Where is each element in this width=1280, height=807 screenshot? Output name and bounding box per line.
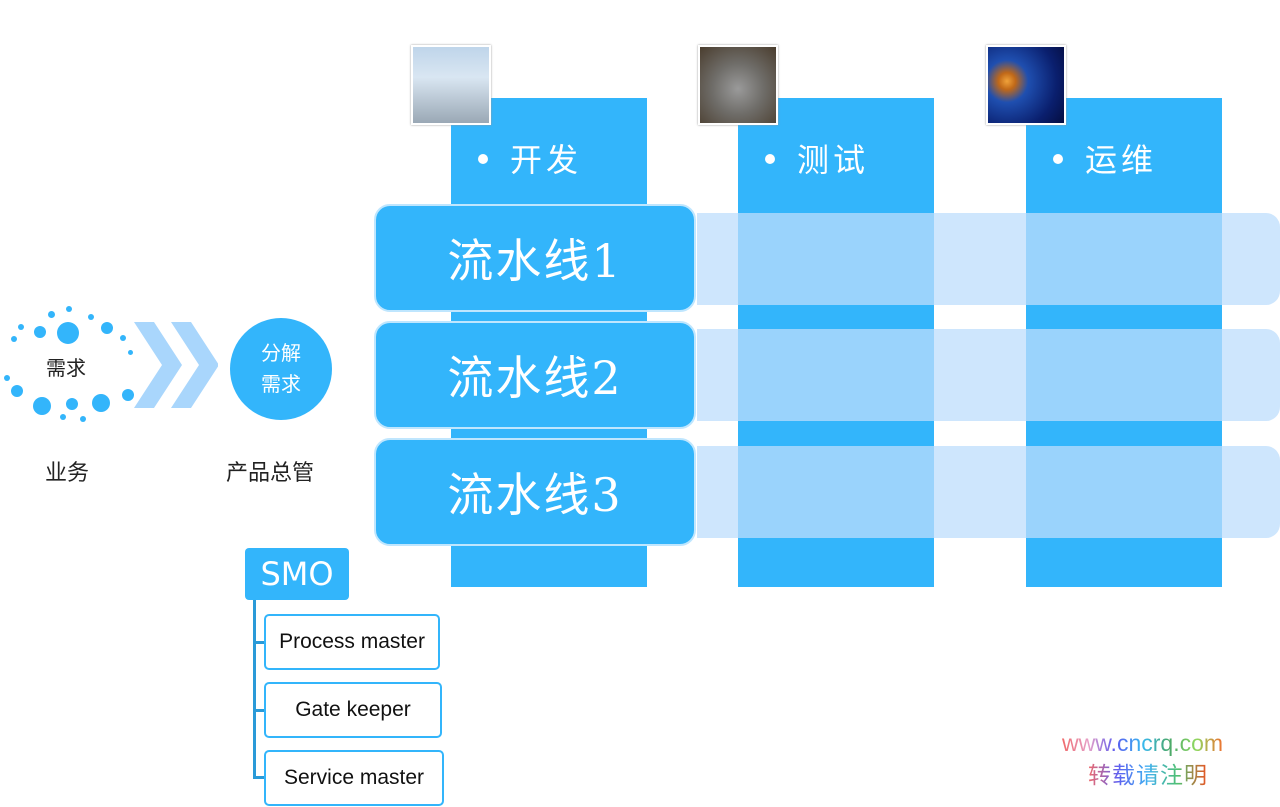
penguins-photo xyxy=(411,45,491,125)
separator xyxy=(452,315,646,318)
separator xyxy=(452,432,646,435)
pipeline-2: 流水线2 xyxy=(374,321,696,429)
stage-heading-ops: 运维 xyxy=(1053,135,1157,181)
pipeline-3: 流水线3 xyxy=(374,438,696,546)
stage-heading-test: 测试 xyxy=(765,135,869,181)
chevron-arrows-icon xyxy=(134,322,218,408)
tree-connector xyxy=(253,600,256,778)
stage-heading-dev: 开发 xyxy=(478,135,582,181)
product-owner-label: 产品总管 xyxy=(226,461,315,486)
decompose-demand-circle: 分解 需求 xyxy=(230,318,332,420)
business-label: 业务 xyxy=(45,461,90,486)
decompose-line2: 需求 xyxy=(261,372,301,396)
chevron-1 xyxy=(134,322,182,408)
role-gate-keeper: Gate keeper xyxy=(264,682,442,738)
decompose-line1: 分解 xyxy=(261,341,301,365)
pipeline-band-3 xyxy=(697,446,1280,538)
stage-label: 测试 xyxy=(797,141,870,179)
koala-photo xyxy=(698,45,778,125)
bullet-icon xyxy=(765,153,775,164)
role-process-master: Process master xyxy=(264,614,440,670)
smo-box: SMO xyxy=(245,548,349,600)
bullet-icon xyxy=(1053,153,1063,164)
bullet-icon xyxy=(478,153,488,164)
pipeline-band-2 xyxy=(697,329,1280,421)
stage-label: 开发 xyxy=(510,141,583,179)
stage-label: 运维 xyxy=(1085,141,1158,179)
pipeline-band-1 xyxy=(697,213,1280,305)
watermark-url: www.cncrq.com xyxy=(1062,730,1224,756)
watermark-note: 转载请注明 xyxy=(1088,756,1208,790)
demand-label: 需求 xyxy=(46,356,86,380)
jellyfish-photo xyxy=(986,45,1066,125)
pipeline-1: 流水线1 xyxy=(374,204,696,312)
role-service-master: Service master xyxy=(264,750,444,806)
